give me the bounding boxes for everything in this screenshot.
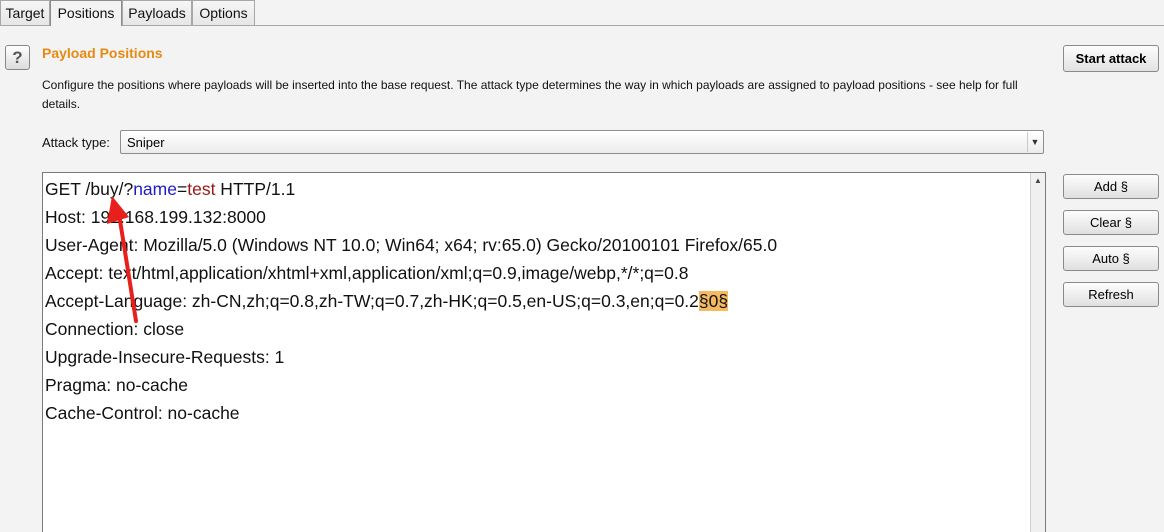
- request-header-connection: Connection: close: [45, 319, 185, 339]
- attack-type-value: Sniper: [127, 135, 165, 150]
- auto-markers-button[interactable]: Auto §: [1063, 246, 1159, 271]
- tab-options[interactable]: Options: [192, 0, 255, 25]
- request-header-cache-control: Cache-Control: no-cache: [45, 403, 240, 423]
- help-icon[interactable]: ?: [5, 45, 30, 70]
- accept-language-text: Accept-Language: zh-CN,zh;q=0.8,zh-TW;q=…: [45, 291, 699, 311]
- request-editor[interactable]: GET /buy/?name=test HTTP/1.1 Host: 192.1…: [42, 172, 1046, 532]
- request-line: GET /buy/?name=test HTTP/1.1: [45, 175, 1029, 203]
- request-param-name: name: [133, 179, 177, 199]
- request-header-accept-language: Accept-Language: zh-CN,zh;q=0.8,zh-TW;q=…: [45, 287, 1029, 315]
- request-lines: GET /buy/?name=test HTTP/1.1 Host: 192.1…: [45, 175, 1029, 427]
- clear-markers-button[interactable]: Clear §: [1063, 210, 1159, 235]
- section-description: Configure the positions where payloads w…: [42, 78, 1018, 111]
- editor-scrollbar[interactable]: ▲: [1030, 173, 1045, 532]
- request-header-accept: Accept: text/html,application/xhtml+xml,…: [45, 263, 689, 283]
- tab-target[interactable]: Target: [0, 0, 50, 25]
- attack-type-select[interactable]: Sniper ▼: [120, 130, 1044, 154]
- request-line-suffix: HTTP/1.1: [215, 179, 296, 199]
- scroll-up-icon[interactable]: ▲: [1031, 173, 1045, 189]
- request-header-host: Host: 192.168.199.132:8000: [45, 207, 266, 227]
- intruder-positions-window: Target Positions Payloads Options ? Payl…: [0, 0, 1164, 532]
- request-param-value: test: [187, 179, 216, 199]
- refresh-button[interactable]: Refresh: [1063, 282, 1159, 307]
- request-header-pragma: Pragma: no-cache: [45, 375, 188, 395]
- chevron-down-icon[interactable]: ▼: [1027, 132, 1042, 152]
- tab-payloads[interactable]: Payloads: [122, 0, 192, 25]
- attack-type-label: Attack type:: [42, 135, 110, 150]
- request-line-prefix: GET /buy/?: [45, 179, 134, 199]
- payload-position-marker: §0§: [698, 291, 729, 311]
- request-header-user-agent: User-Agent: Mozilla/5.0 (Windows NT 10.0…: [45, 235, 778, 255]
- start-attack-button[interactable]: Start attack: [1063, 45, 1159, 72]
- request-param-eq: =: [176, 179, 188, 199]
- tab-positions[interactable]: Positions: [50, 0, 122, 26]
- section-title: Payload Positions: [42, 45, 163, 61]
- add-marker-button[interactable]: Add §: [1063, 174, 1159, 199]
- tab-bar: Target Positions Payloads Options: [0, 0, 1164, 26]
- request-header-upgrade: Upgrade-Insecure-Requests: 1: [45, 347, 285, 367]
